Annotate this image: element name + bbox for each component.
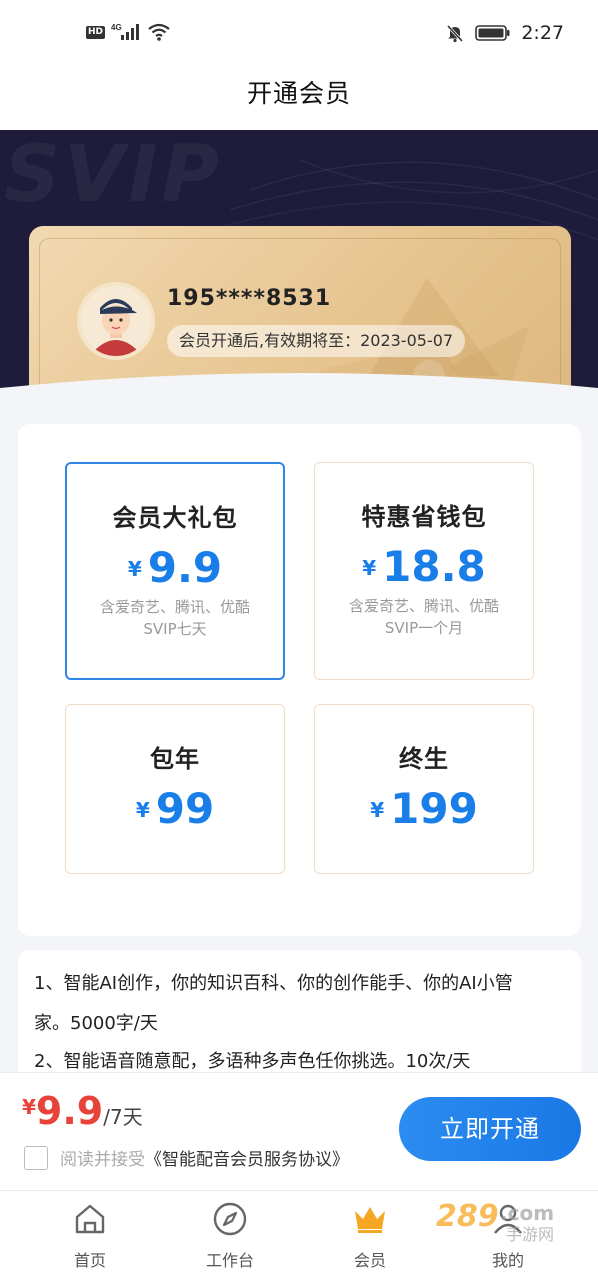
wifi-icon: [148, 23, 170, 41]
svg-text:.com: .com: [500, 1201, 554, 1225]
status-time: 2:27: [521, 22, 564, 44]
plan-price-value: 9.9: [147, 543, 223, 592]
currency-symbol: ¥: [127, 557, 142, 581]
plan-price-value: 199: [390, 784, 478, 833]
tab-membership[interactable]: 会员: [310, 1191, 430, 1279]
plan-desc-line2: SVIP七天: [143, 620, 207, 638]
plan-card-gift-pack[interactable]: 会员大礼包 ¥9.9 含爱奇艺、腾讯、优酷 SVIP七天: [65, 462, 285, 680]
agreement-checkbox[interactable]: [24, 1145, 48, 1170]
svg-text:4G: 4G: [111, 23, 122, 32]
selected-price-value: 9.9: [35, 1089, 104, 1133]
svg-text:289: 289: [436, 1199, 499, 1234]
tab-home[interactable]: 首页: [30, 1191, 150, 1279]
plan-price: ¥18.8: [315, 542, 533, 591]
agreement-text: 阅读并接受: [60, 1150, 145, 1170]
user-phone: 195****8531: [167, 286, 332, 311]
selected-price-period: /7天: [103, 1105, 143, 1129]
svg-text:手游网: 手游网: [506, 1225, 554, 1244]
plan-desc-line1: 含爱奇艺、腾讯、优酷: [99, 598, 250, 616]
plan-name: 会员大礼包: [112, 504, 238, 532]
cellular-signal-icon: 4G: [111, 23, 140, 40]
status-right: 2:27: [445, 22, 564, 44]
plan-name: 包年: [150, 745, 200, 773]
hero-curve: [0, 373, 598, 420]
tab-workbench[interactable]: 工作台: [170, 1191, 290, 1279]
plan-name: 终生: [399, 745, 449, 773]
selected-price: ¥9.9/7天: [22, 1089, 143, 1133]
home-icon: [75, 1204, 105, 1234]
plan-card-saver-pack[interactable]: 特惠省钱包 ¥18.8 含爱奇艺、腾讯、优酷 SVIP一个月: [314, 462, 534, 680]
cartoon-avatar-icon: [81, 286, 151, 356]
plan-price-value: 18.8: [382, 542, 486, 591]
page-title: 开通会员: [246, 79, 351, 108]
tab-label: 首页: [73, 1251, 106, 1270]
site-watermark-logo: 289 .com 手游网: [436, 1199, 554, 1244]
tab-label: 工作台: [205, 1251, 254, 1270]
compass-icon: [213, 1202, 247, 1236]
currency-symbol: ¥: [370, 798, 385, 822]
agreement-link[interactable]: 《智能配音会员服务协议》: [145, 1145, 349, 1170]
feature-line: 家。5000字/天: [34, 1013, 158, 1034]
plan-desc-line1: 含爱奇艺、腾讯、优酷: [348, 597, 499, 615]
mute-bell-icon: [447, 24, 464, 43]
plan-price-value: 99: [155, 784, 215, 833]
currency-symbol: ¥: [22, 1095, 36, 1119]
currency-symbol: ¥: [362, 556, 377, 580]
expire-date-badge: 会员开通后,有效期将至：2023-05-07: [167, 325, 466, 357]
agreement-row: 阅读并接受 《智能配音会员服务协议》: [24, 1145, 349, 1170]
feature-line: 1、智能AI创作，你的知识百科、你的创作能手、你的AI小管: [34, 973, 513, 994]
crown-icon: [355, 1207, 385, 1233]
tab-label: 我的: [491, 1251, 524, 1270]
nav-bar: 开通会员: [0, 66, 598, 130]
plans-panel: 会员大礼包 ¥9.9 含爱奇艺、腾讯、优酷 SVIP七天 特惠省钱包 ¥18.8…: [18, 424, 581, 936]
plan-desc-line2: SVIP一个月: [384, 619, 464, 637]
plan-card-lifetime[interactable]: 终生 ¥199: [314, 704, 534, 874]
status-bar: HD 4G 2:27: [0, 0, 598, 66]
plan-name: 特惠省钱包: [361, 503, 487, 531]
features-panel: 1、智能AI创作，你的知识百科、你的创作能手、你的AI小管 家。5000字/天 …: [18, 950, 581, 1090]
hd-badge: HD: [86, 25, 106, 39]
battery-icon: [475, 25, 510, 41]
currency-symbol: ¥: [135, 798, 150, 822]
avatar[interactable]: [77, 282, 155, 360]
plan-price: ¥199: [315, 784, 533, 833]
status-left: HD 4G: [86, 22, 171, 42]
plan-card-yearly[interactable]: 包年 ¥99: [65, 704, 285, 874]
plan-price: ¥9.9: [67, 543, 283, 592]
tab-label: 会员: [353, 1251, 386, 1270]
activate-now-button[interactable]: 立即开通: [399, 1097, 581, 1161]
purchase-bar: ¥9.9/7天 阅读并接受 《智能配音会员服务协议》 立即开通: [0, 1072, 598, 1190]
plan-price: ¥99: [66, 784, 284, 833]
hero-banner: SVIP 195****8531 会员开通后,有效期将至：2023-05-07: [0, 130, 598, 420]
